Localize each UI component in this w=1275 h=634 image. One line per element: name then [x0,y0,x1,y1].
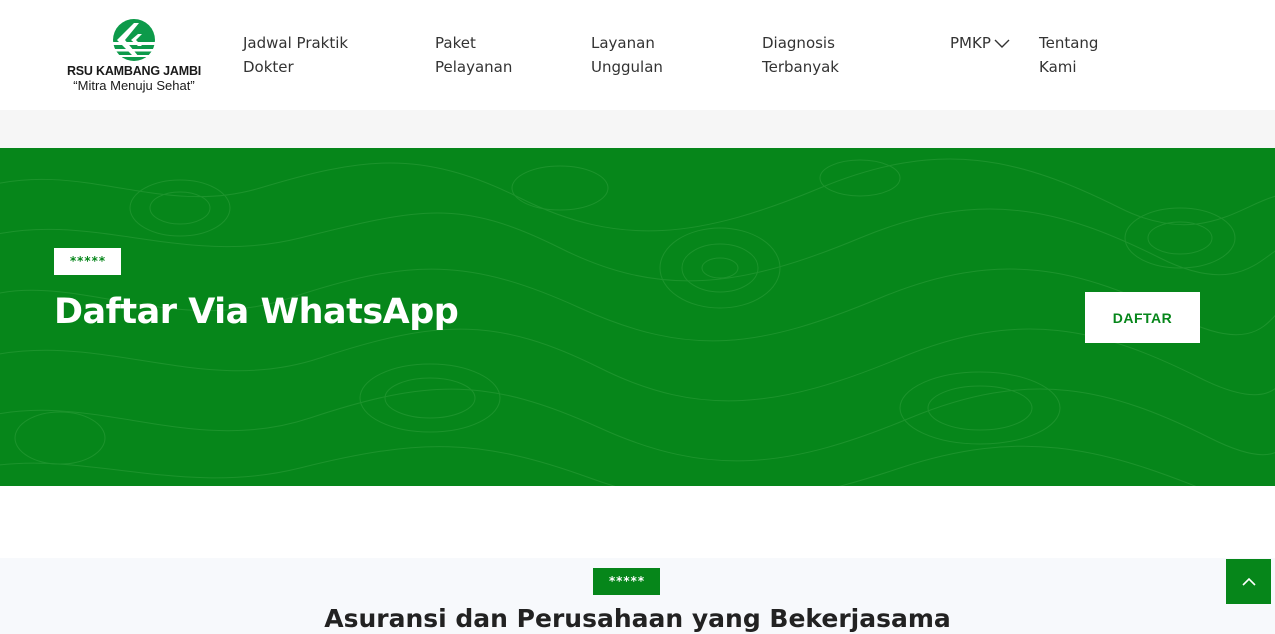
nav-diagnosis-terbanyak[interactable]: Diagnosis Terbanyak [762,31,839,79]
nav-label: Kami [1039,58,1077,76]
nav-label: Tentang [1039,34,1099,52]
site-logo[interactable]: RSU KAMBANG JAMBI “Mitra Menuju Sehat” [58,18,210,98]
nav-label: Paket [435,34,476,52]
partners-section: ***** Asuransi dan Perusahaan yang Beker… [0,558,1275,634]
nav-label: Layanan [591,34,655,52]
cta-title: Daftar Via WhatsApp [54,292,459,332]
chevron-down-icon [994,39,1010,48]
nav-pmkp-dropdown[interactable]: PMKP [950,31,1011,55]
site-header: RSU KAMBANG JAMBI “Mitra Menuju Sehat” J… [0,0,1275,110]
nav-tentang-kami[interactable]: Tentang Kami [1039,31,1098,79]
header-shadow-band [0,110,1275,148]
partners-title: Asuransi dan Perusahaan yang Bekerjasama [324,604,951,633]
nav-label: Unggulan [591,58,663,76]
nav-jadwal-praktik-dokter[interactable]: Jadwal Praktik Dokter [243,31,348,79]
nav-label: Diagnosis [762,34,835,52]
nav-label: Jadwal Praktik [243,34,349,52]
section-badge: ***** [593,568,660,595]
nav-layanan-unggulan[interactable]: Layanan Unggulan [591,31,663,79]
chevron-up-icon [1241,577,1256,586]
nav-label: Pelayanan [435,58,513,76]
scroll-to-top-button[interactable] [1226,559,1271,604]
nav-label: PMKP [950,34,991,52]
daftar-button[interactable]: DAFTAR [1085,292,1200,343]
brand-tagline: “Mitra Menuju Sehat” [73,78,195,93]
section-badge: ***** [54,248,121,275]
whatsapp-cta-section: ***** Daftar Via WhatsApp DAFTAR [0,148,1275,486]
brand-name: RSU KAMBANG JAMBI [66,64,202,78]
nav-paket-pelayanan[interactable]: Paket Pelayanan [435,31,512,79]
nav-label: Dokter [243,58,294,76]
nav-label: Terbanyak [762,58,839,76]
kambang-logo-icon [112,19,156,61]
